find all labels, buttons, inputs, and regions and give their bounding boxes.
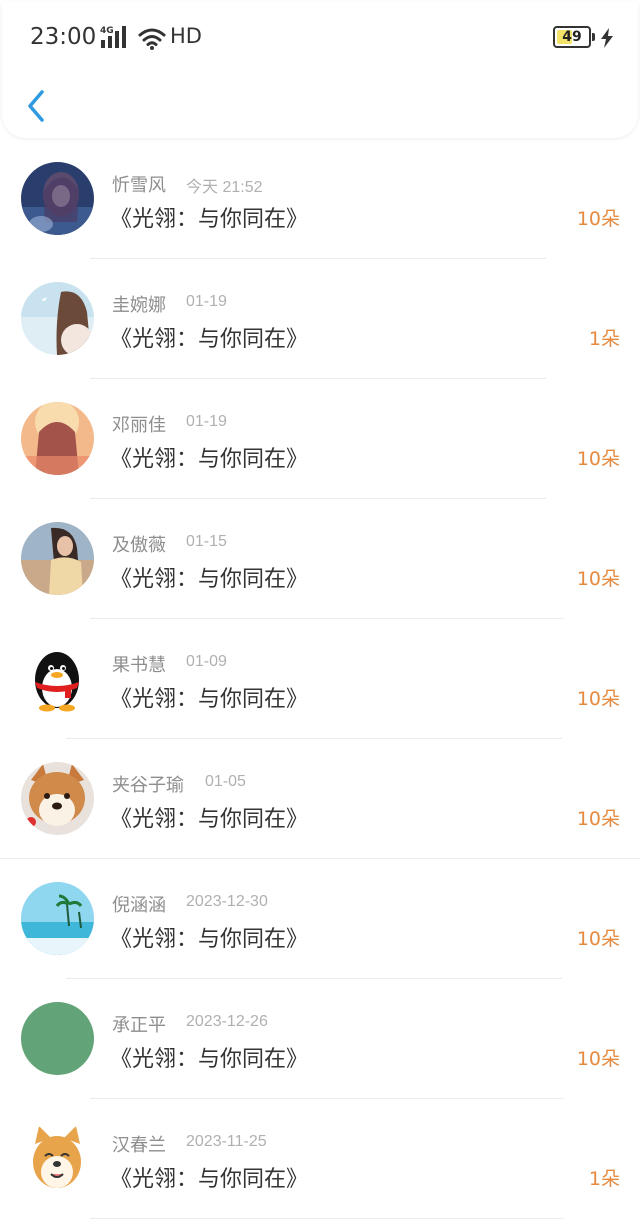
list-item[interactable]: 忻雪风 今天 21:52 《光翎：与你同在》 10朵 bbox=[0, 141, 640, 261]
hd-indicator: HD bbox=[170, 24, 202, 48]
sender-name: 承正平 bbox=[112, 1015, 166, 1036]
divider bbox=[90, 1098, 564, 1099]
sender-name: 圭婉娜 bbox=[112, 295, 166, 316]
divider bbox=[66, 978, 562, 979]
timestamp: 01-19 bbox=[186, 293, 227, 310]
list-item[interactable]: 汉春兰 2023-11-25 《光翎：与你同在》 1朵 bbox=[0, 1101, 640, 1219]
wifi-icon bbox=[138, 28, 166, 50]
avatar[interactable] bbox=[21, 642, 94, 715]
avatar[interactable] bbox=[21, 762, 94, 835]
work-title: 《光翎：与你同在》 bbox=[110, 807, 309, 832]
work-title: 《光翎：与你同在》 bbox=[110, 1167, 309, 1192]
gift-record-list: 忻雪风 今天 21:52 《光翎：与你同在》 10朵 圭婉娜 01-19 《光翎… bbox=[0, 141, 640, 1219]
flower-count: 10朵 bbox=[576, 808, 620, 830]
avatar[interactable] bbox=[21, 1002, 94, 1075]
list-item[interactable]: 果书慧 01-09 《光翎：与你同在》 10朵 bbox=[0, 621, 640, 741]
work-title: 《光翎：与你同在》 bbox=[110, 927, 309, 952]
timestamp: 2023-12-30 bbox=[186, 893, 268, 910]
flower-count: 10朵 bbox=[576, 688, 620, 710]
flower-count: 10朵 bbox=[576, 1048, 620, 1070]
list-item[interactable]: 及傲薇 01-15 《光翎：与你同在》 10朵 bbox=[0, 501, 640, 621]
work-title: 《光翎：与你同在》 bbox=[110, 447, 309, 472]
list-item[interactable]: 圭婉娜 01-19 《光翎：与你同在》 1朵 bbox=[0, 261, 640, 381]
list-item[interactable]: 承正平 2023-12-26 《光翎：与你同在》 10朵 bbox=[0, 981, 640, 1101]
flower-count: 10朵 bbox=[576, 568, 620, 590]
divider bbox=[90, 618, 564, 619]
sender-name: 汉春兰 bbox=[112, 1135, 166, 1156]
flower-count: 10朵 bbox=[576, 448, 620, 470]
timestamp: 01-15 bbox=[186, 533, 227, 550]
sender-name: 夹谷子瑜 bbox=[112, 775, 184, 796]
avatar[interactable] bbox=[21, 162, 94, 235]
top-header: 23:00 4G HD 49 bbox=[2, 2, 638, 138]
avatar[interactable] bbox=[21, 522, 94, 595]
sender-name: 忻雪风 bbox=[112, 175, 166, 196]
work-title: 《光翎：与你同在》 bbox=[110, 327, 309, 352]
avatar[interactable] bbox=[21, 1122, 94, 1195]
timestamp: 2023-12-26 bbox=[186, 1013, 268, 1030]
sender-name: 倪涵涵 bbox=[112, 895, 166, 916]
status-time: 23:00 bbox=[30, 24, 97, 50]
work-title: 《光翎：与你同在》 bbox=[110, 1047, 309, 1072]
battery-icon: 49 bbox=[553, 26, 591, 48]
battery-percent: 49 bbox=[562, 29, 582, 45]
flower-count: 10朵 bbox=[576, 928, 620, 950]
timestamp: 01-19 bbox=[186, 413, 227, 430]
lightning-icon bbox=[601, 28, 613, 48]
network-type: 4G bbox=[100, 26, 114, 36]
divider bbox=[90, 378, 546, 379]
status-bar: 23:00 4G HD 49 bbox=[2, 2, 638, 72]
back-chevron-left-icon[interactable] bbox=[20, 86, 54, 126]
sender-name: 邓丽佳 bbox=[112, 415, 166, 436]
list-item[interactable]: 邓丽佳 01-19 《光翎：与你同在》 10朵 bbox=[0, 381, 640, 501]
list-item[interactable]: 夹谷子瑜 01-05 《光翎：与你同在》 10朵 bbox=[0, 741, 640, 861]
avatar[interactable] bbox=[21, 282, 94, 355]
timestamp: 01-09 bbox=[186, 653, 227, 670]
timestamp: 2023-11-25 bbox=[186, 1133, 267, 1150]
flower-count: 10朵 bbox=[576, 208, 620, 230]
work-title: 《光翎：与你同在》 bbox=[110, 567, 309, 592]
flower-count: 1朵 bbox=[588, 328, 620, 350]
timestamp: 01-05 bbox=[205, 773, 246, 790]
flower-count: 1朵 bbox=[588, 1168, 620, 1190]
work-title: 《光翎：与你同在》 bbox=[110, 207, 309, 232]
timestamp: 今天 21:52 bbox=[186, 179, 263, 196]
divider bbox=[66, 738, 562, 739]
avatar[interactable] bbox=[21, 402, 94, 475]
divider bbox=[0, 858, 640, 859]
work-title: 《光翎：与你同在》 bbox=[110, 687, 309, 712]
sender-name: 及傲薇 bbox=[112, 535, 166, 556]
sender-name: 果书慧 bbox=[112, 655, 166, 676]
battery-tip bbox=[592, 33, 595, 41]
divider bbox=[90, 258, 546, 259]
avatar[interactable] bbox=[21, 882, 94, 955]
list-item[interactable]: 倪涵涵 2023-12-30 《光翎：与你同在》 10朵 bbox=[0, 861, 640, 981]
cellular-signal-icon: 4G bbox=[100, 26, 126, 48]
divider bbox=[90, 498, 546, 499]
